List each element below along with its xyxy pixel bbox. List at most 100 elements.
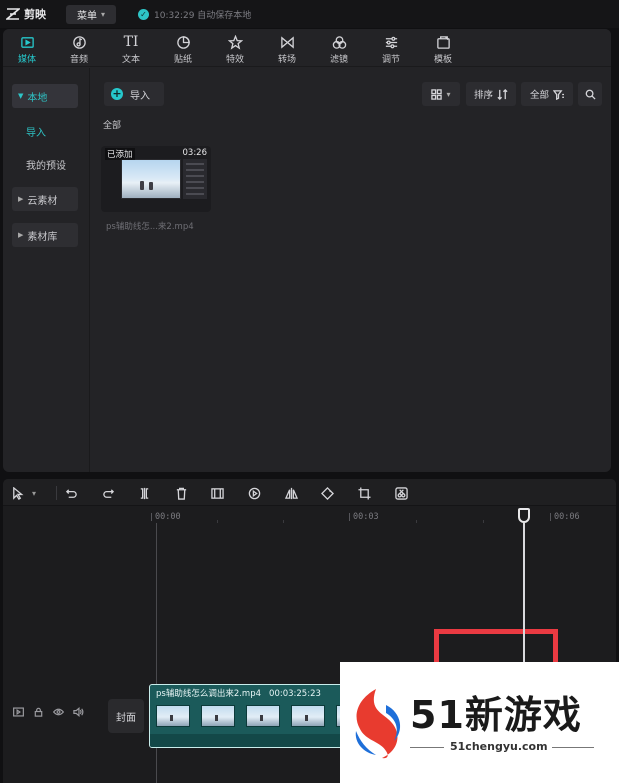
tab-media-label: 媒体	[17, 55, 36, 65]
reverse-button[interactable]	[246, 485, 262, 501]
clip-frames	[156, 705, 370, 727]
media-thumbnail-panel	[183, 159, 207, 199]
rotate-button[interactable]	[319, 485, 335, 501]
view-mode-button[interactable]: ▾	[422, 82, 460, 106]
tab-text-label: 文本	[121, 55, 140, 65]
tab-effects-label: 特效	[225, 55, 244, 65]
tab-template-label: 模板	[433, 55, 452, 65]
plus-icon: +	[111, 87, 123, 100]
playhead-handle[interactable]	[518, 508, 530, 523]
text-icon: TI	[123, 34, 139, 50]
select-tool-button[interactable]	[9, 485, 25, 501]
effects-icon	[227, 34, 243, 50]
crop-button[interactable]	[356, 485, 372, 501]
tab-effects[interactable]: 特效	[215, 33, 255, 65]
timeline-ruler[interactable]: 00:00 00:03 00:06	[151, 509, 616, 525]
tab-sticker[interactable]: 贴纸	[163, 33, 203, 65]
watermark-rule-left	[410, 747, 444, 748]
mirror-button[interactable]	[283, 485, 299, 501]
track-controls	[13, 707, 84, 717]
filter-all-label: 全部	[529, 90, 549, 101]
search-button[interactable]	[578, 82, 602, 106]
import-button-label: 导入	[130, 90, 150, 102]
media-icon	[20, 36, 34, 48]
tab-template[interactable]: 模板	[423, 33, 463, 65]
title-bar: 剪映 菜单 ▾ ✓ 10:32:29 自动保存本地	[0, 0, 619, 28]
tab-sticker-label: 贴纸	[173, 55, 192, 65]
filter-icon	[332, 35, 346, 49]
clip-duration: 00:03:25:23	[269, 689, 321, 699]
smart-cutout-icon	[394, 486, 408, 500]
tab-audio[interactable]: 音频	[59, 33, 99, 65]
sort-button[interactable]: 排序	[466, 82, 516, 106]
select-tool-dropdown[interactable]: ▾	[29, 485, 39, 501]
undo-icon	[65, 488, 77, 498]
menu-label: 菜单	[76, 10, 97, 22]
ai-cutout-button[interactable]	[393, 485, 409, 501]
redo-button[interactable]	[100, 485, 116, 501]
tab-adjust[interactable]: 调节	[371, 33, 411, 65]
clip-label: ps辅助线怎么调出来2.mp4 00:03:25:23	[156, 687, 321, 699]
tab-transition[interactable]: 转场	[267, 33, 307, 65]
sidebar-item-cloud[interactable]: ▶ 云素材	[12, 187, 78, 211]
menu-button[interactable]: 菜单 ▾	[66, 4, 116, 24]
site-watermark: 51新游戏 51chengyu.com	[340, 662, 619, 783]
grid-view-icon	[431, 88, 443, 100]
sort-icon	[497, 88, 508, 100]
caret-right-icon: ▶	[18, 231, 24, 239]
tab-text[interactable]: TI 文本	[111, 33, 151, 65]
track-thumbnail-icon[interactable]	[13, 707, 24, 717]
tab-media[interactable]: 媒体	[7, 33, 47, 65]
split-button[interactable]	[136, 485, 152, 501]
autosave-status: ✓ 10:32:29 自动保存本地	[138, 8, 251, 21]
freeze-frame-icon	[210, 487, 224, 499]
template-icon	[436, 35, 450, 49]
lock-icon[interactable]	[33, 707, 44, 717]
eye-icon[interactable]	[53, 707, 64, 717]
ruler-label-0: 00:00	[155, 512, 181, 522]
media-panel: 媒体 音频 TI 文本 贴纸 特效 转场 滤镜 调节 模板 ▼ 本地 导入 我的…	[3, 29, 611, 472]
watermark-url: 51chengyu.com	[450, 740, 548, 753]
clip-frame	[291, 705, 325, 727]
sidebar-item-local-label: 本地	[27, 92, 48, 104]
chevron-down-icon: ▾	[31, 488, 36, 498]
volume-icon[interactable]	[73, 707, 84, 717]
freeze-frame-button[interactable]	[209, 485, 225, 501]
clip-name: ps辅助线怎么调出来2.mp4	[156, 689, 262, 699]
autosave-text: 10:32:29 自动保存本地	[154, 10, 252, 21]
redo-icon	[102, 488, 114, 498]
trash-icon	[176, 487, 186, 500]
crop-icon	[357, 486, 371, 500]
transition-icon	[280, 35, 294, 49]
watermark-rule-right	[552, 747, 594, 748]
sidebar-item-import[interactable]: 导入	[26, 124, 46, 139]
delete-button[interactable]	[173, 485, 189, 501]
brand-logo-icon	[355, 689, 401, 759]
ruler-label-6: 00:06	[554, 512, 580, 522]
sticker-icon	[176, 35, 190, 49]
sidebar-item-presets[interactable]: 我的预设	[26, 157, 66, 172]
check-icon: ✓	[138, 8, 149, 20]
mirror-icon	[284, 487, 298, 499]
category-tabs: 媒体 音频 TI 文本 贴纸 特效 转场 滤镜 调节 模板	[3, 29, 611, 67]
tab-adjust-label: 调节	[381, 55, 400, 65]
media-item[interactable]: 已添加 03:26	[101, 146, 211, 212]
tab-transition-label: 转场	[277, 55, 296, 65]
cursor-icon	[12, 486, 23, 500]
section-label-all: 全部	[103, 121, 122, 131]
chevron-down-icon: ▾	[446, 89, 451, 99]
caret-down-icon: ▼	[18, 92, 24, 100]
caret-right-icon: ▶	[18, 195, 24, 203]
clip-frame	[156, 705, 190, 727]
added-badge: 已添加	[105, 148, 135, 160]
ruler-label-3: 00:03	[353, 512, 379, 522]
sidebar-item-library[interactable]: ▶ 素材库	[12, 223, 78, 247]
jianying-logo-icon	[6, 8, 20, 20]
undo-button[interactable]	[63, 485, 79, 501]
tab-filter[interactable]: 滤镜	[319, 33, 359, 65]
split-icon	[140, 487, 148, 499]
sidebar-item-local[interactable]: ▼ 本地	[12, 84, 78, 108]
cover-button[interactable]: 封面	[108, 699, 144, 733]
import-button[interactable]: + 导入	[104, 82, 164, 106]
filter-all-button[interactable]: 全部	[521, 82, 573, 106]
